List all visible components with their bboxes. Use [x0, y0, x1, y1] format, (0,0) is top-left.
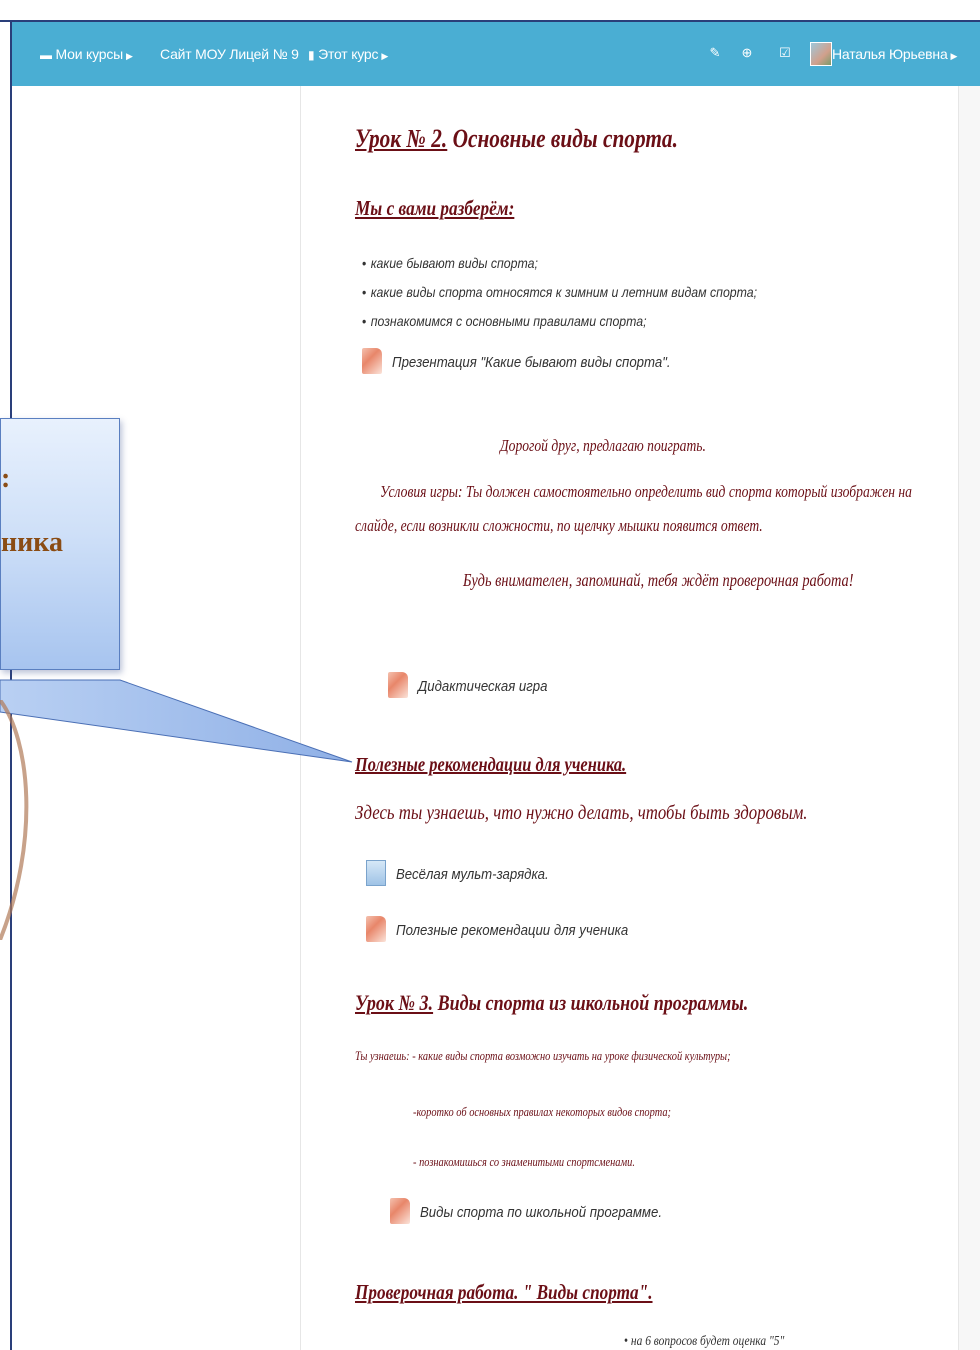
- lesson-3-learn-2: -коротко об основных правилах некоторых …: [413, 1104, 671, 1119]
- lesson-3-learn-3: - познакомишься со знаменитыми спортсмен…: [413, 1154, 635, 1169]
- caret-right-icon: ▶: [950, 51, 958, 61]
- document-file-icon: [366, 860, 386, 886]
- exercise-label: Весёлая мульт-зарядка.: [396, 866, 549, 883]
- avatar[interactable]: [810, 42, 832, 66]
- annotation-callout: : ника: [0, 418, 120, 670]
- user-menu[interactable]: Наталья Юрьевна ▶: [832, 22, 957, 86]
- callout-line-2: ника: [1, 527, 63, 558]
- grade-note: • на 6 вопросов будет оценка "5": [624, 1334, 784, 1350]
- lesson-3-learn-1: Ты узнаешь: - какие виды спорта возможно…: [355, 1048, 731, 1063]
- presentation-file-icon: [366, 916, 386, 942]
- school-sports-label: Виды спорта по школьной программе.: [420, 1204, 662, 1221]
- presentation-file-icon: [390, 1198, 410, 1224]
- user-name: Наталья Юрьевна: [832, 46, 948, 62]
- recommendations-intro: Здесь ты узнаешь, что нужно делать, чтоб…: [355, 802, 808, 824]
- test-heading: Проверочная работа. " Виды спорта".: [355, 1280, 653, 1304]
- checkbox-icon[interactable]: ☑: [778, 46, 792, 60]
- lesson-3-title: Урок № 3. Виды спорта из школьной програ…: [355, 990, 748, 1016]
- compass-icon[interactable]: ⊕: [740, 46, 754, 60]
- lesson-3-name: Виды спорта из школьной программы.: [433, 990, 749, 1015]
- callout-pointer: [0, 679, 353, 763]
- callout-line-1: :: [1, 463, 11, 494]
- edit-icon[interactable]: ✎: [708, 46, 722, 60]
- lesson-3-number: Урок № 3.: [355, 990, 434, 1015]
- right-column: [958, 86, 980, 1350]
- decorative-arc: [0, 700, 29, 940]
- grade-note-text: на 6 вопросов будет оценка "5": [630, 1334, 785, 1349]
- recommendations-file-label: Полезные рекомендации для ученика: [396, 922, 629, 939]
